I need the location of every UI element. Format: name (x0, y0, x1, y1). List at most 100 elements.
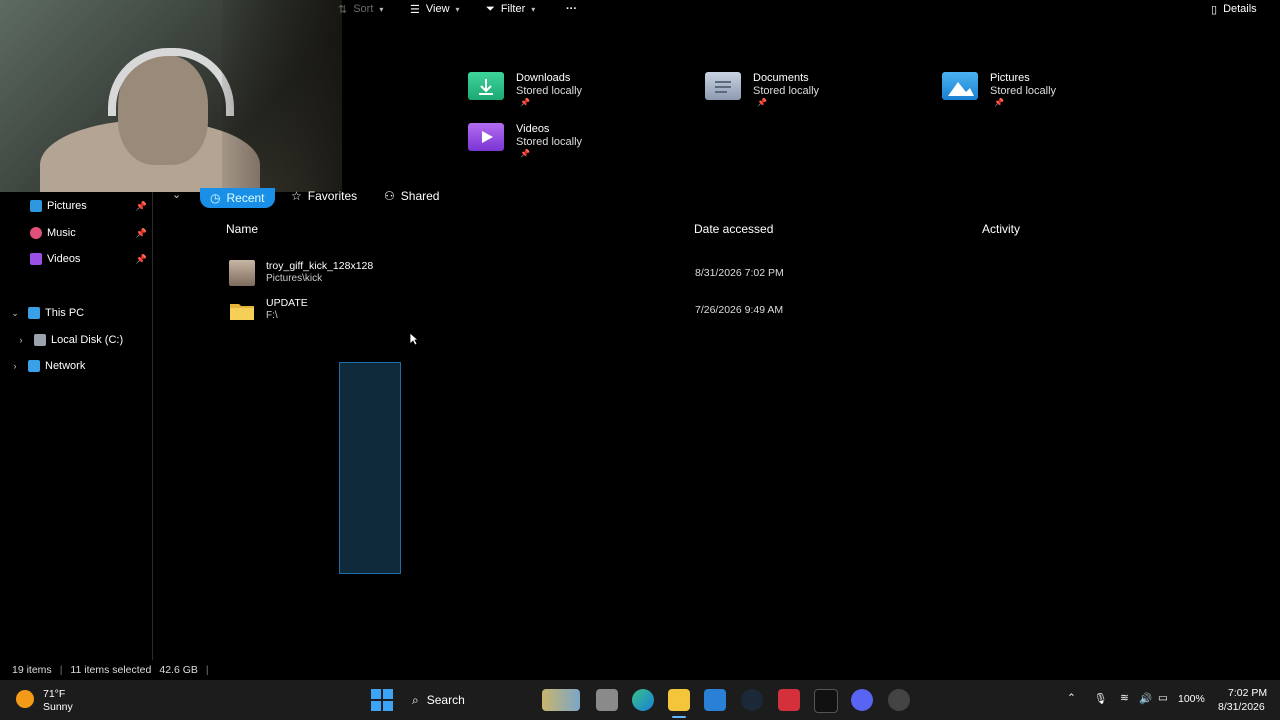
sort-icon: ⇅ (338, 3, 348, 16)
quick-access-documents[interactable]: Documents Stored locally 📌 (705, 72, 905, 112)
sidebar-item-label: Network (45, 360, 86, 372)
selected-size: 42.6 GB (159, 664, 198, 676)
tab-label: Recent (226, 191, 265, 205)
videos-icon (30, 253, 42, 265)
quick-access-downloads[interactable]: Downloads Stored locally 📌 (468, 72, 668, 112)
tile-name: Videos (516, 123, 550, 135)
more-options-button[interactable]: ··· (566, 0, 577, 18)
list-item[interactable]: UPDATE F:\ 7/26/2026 9:49 AM (226, 295, 1126, 329)
microsoft-store-icon[interactable] (704, 689, 726, 711)
more-icon: ··· (566, 3, 577, 15)
pictures-folder-icon (942, 72, 978, 100)
view-button[interactable]: ☰ View ▾ (410, 0, 460, 18)
chevron-down-icon: ▾ (455, 4, 460, 14)
taskbar-search[interactable]: ⌕ Search (404, 688, 524, 712)
clock-time[interactable]: 7:02 PM (1228, 687, 1267, 699)
tile-status: Stored locally (990, 85, 1057, 97)
item-count: 19 items (12, 664, 52, 676)
people-icon: ⚇ (384, 189, 395, 203)
pin-icon: 📌 (994, 98, 1004, 107)
app-notification-icon[interactable] (888, 689, 910, 711)
sidebar-item-videos[interactable]: Videos 📌 (0, 249, 152, 269)
app-g-icon[interactable] (814, 689, 838, 713)
steam-icon[interactable] (741, 689, 763, 711)
image-thumbnail-icon (229, 260, 255, 286)
star-icon: ☆ (291, 189, 302, 203)
windows-start-icon[interactable] (371, 689, 393, 714)
edge-browser-icon[interactable] (632, 689, 654, 711)
discord-icon[interactable] (851, 689, 873, 711)
item-location: F:\ (266, 310, 278, 321)
pin-icon: 📌 (520, 98, 530, 107)
taskbar: 71°F Sunny ⌕ Search ⌃ 🎙 ≋ 🔊 ▭ 100% 7:02 … (0, 680, 1280, 720)
sidebar-item-label: Videos (47, 253, 81, 265)
sort-button[interactable]: ⇅ Sort ▾ (338, 0, 383, 18)
folder-icon (229, 297, 255, 323)
weather-description[interactable]: Sunny (43, 701, 73, 713)
tab-favorites[interactable]: ☆ Favorites (291, 186, 357, 206)
search-icon: ⌕ (412, 692, 419, 707)
battery-percent: 100% (1178, 693, 1205, 705)
filter-icon: ⏷ (486, 2, 495, 15)
column-header-activity[interactable]: Activity (982, 222, 1020, 236)
quick-access-pictures[interactable]: Pictures Stored locally 📌 (942, 72, 1142, 112)
quick-access-videos[interactable]: Videos Stored locally 📌 (468, 123, 668, 163)
weather-temperature[interactable]: 71°F (43, 688, 65, 700)
tab-shared[interactable]: ⚇ Shared (384, 186, 439, 206)
sidebar-item-this-pc[interactable]: ⌄ This PC (0, 303, 152, 323)
sidebar-item-label: Music (47, 227, 76, 239)
column-header-name[interactable]: Name (226, 222, 258, 236)
network-icon (28, 360, 40, 372)
sidebar-item-network[interactable]: › Network (0, 356, 152, 376)
chevron-right-icon[interactable]: › (8, 361, 22, 371)
downloads-folder-icon (468, 72, 504, 100)
tile-status: Stored locally (753, 85, 820, 97)
microphone-icon[interactable]: 🎙 (1094, 692, 1107, 705)
tab-label: Shared (400, 189, 440, 203)
app-icon[interactable] (778, 689, 800, 711)
item-date: 7/26/2026 9:49 AM (695, 304, 784, 316)
collapse-chevron-icon[interactable]: ⌄ (172, 188, 181, 201)
list-item[interactable]: troy_giff_kick_128x128 Pictures\kick 8/3… (226, 258, 1126, 292)
sidebar-item-local-disk[interactable]: › Local Disk (C:) (0, 330, 152, 350)
item-location: Pictures\kick (266, 273, 323, 284)
wifi-icon[interactable]: ≋ (1120, 692, 1129, 704)
chevron-up-icon[interactable]: ⌃ (1067, 692, 1076, 704)
battery-icon[interactable]: ▭ (1158, 692, 1168, 704)
filter-label: Filter (500, 3, 526, 15)
mouse-cursor-icon (409, 332, 420, 349)
chevron-down-icon: ▾ (379, 4, 384, 14)
task-view-icon[interactable] (596, 689, 618, 711)
view-label: View (425, 3, 450, 15)
view-icon: ☰ (410, 3, 420, 16)
sidebar-item-pictures[interactable]: Pictures 📌 (0, 196, 152, 216)
column-header-date-accessed[interactable]: Date accessed (694, 222, 773, 236)
pictures-icon (30, 200, 42, 212)
search-highlight-icon[interactable] (542, 689, 580, 711)
pin-icon: 📌 (520, 149, 530, 158)
tile-status: Stored locally (516, 85, 583, 97)
details-button[interactable]: ▯ Details (1211, 0, 1257, 18)
volume-icon[interactable]: 🔊 (1139, 692, 1152, 705)
tile-name: Pictures (990, 72, 1030, 84)
drag-selection-rectangle (339, 362, 401, 574)
search-label: Search (426, 693, 465, 707)
chevron-down-icon: ▾ (531, 4, 536, 14)
sidebar-item-label: Pictures (47, 200, 87, 212)
chevron-down-icon[interactable]: ⌄ (8, 308, 22, 319)
tab-recent[interactable]: ◷ Recent (200, 188, 275, 208)
sun-weather-icon (16, 690, 34, 708)
item-name: troy_giff_kick_128x128 (266, 260, 374, 272)
clock-date[interactable]: 8/31/2026 (1218, 701, 1265, 713)
webcam-overlay (0, 0, 342, 192)
videos-folder-icon (468, 123, 504, 151)
pin-icon: 📌 (757, 98, 767, 107)
pin-icon: 📌 (135, 227, 147, 238)
tab-label: Favorites (307, 189, 358, 203)
filter-button[interactable]: ⏷ Filter ▾ (486, 0, 535, 18)
item-date: 8/31/2026 7:02 PM (695, 267, 784, 279)
sidebar-item-music[interactable]: Music 📌 (0, 223, 152, 243)
file-explorer-icon[interactable] (668, 689, 690, 711)
chevron-right-icon[interactable]: › (14, 335, 28, 345)
clock-icon: ◷ (210, 191, 221, 205)
